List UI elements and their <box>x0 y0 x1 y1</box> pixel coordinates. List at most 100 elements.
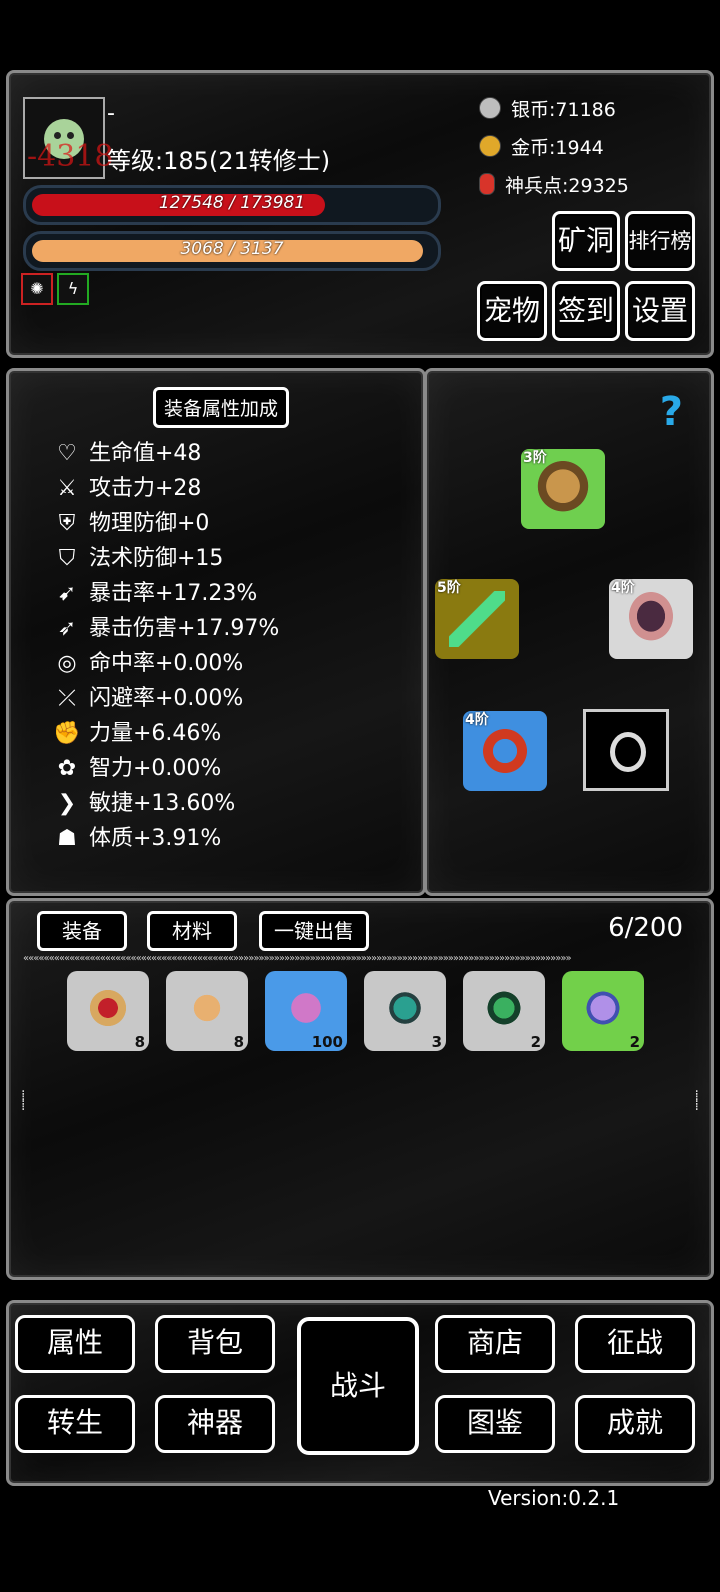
inventory-slot[interactable]: 8 <box>166 971 248 1051</box>
crit-arrows-icon: ➹ <box>57 581 77 606</box>
ranking-button[interactable]: 排行榜 <box>625 211 695 271</box>
attribute-label: 攻击力+28 <box>89 476 202 501</box>
pink-crystal-icon <box>283 985 329 1031</box>
muscle-icon: ✊ <box>53 721 81 746</box>
red-gem-icon <box>85 985 131 1031</box>
shield-icon: ⛨ <box>58 511 76 536</box>
amber-stone-icon <box>184 985 230 1031</box>
item-quantity: 2 <box>530 1033 541 1051</box>
attribute-row: ⛉ 法术防御+15 <box>51 540 224 572</box>
sell-all-button[interactable]: 一键出售 <box>259 911 369 951</box>
mp-bar: 3068 / 3137 <box>23 231 441 271</box>
dodge-icon: ⤫ <box>58 686 76 711</box>
ring-slot[interactable] <box>583 709 669 791</box>
nav-shop-button[interactable]: 商店 <box>435 1315 555 1373</box>
silver-currency: 银币:71186 <box>479 95 616 122</box>
necklace-tier: 4阶 <box>465 712 489 728</box>
crit-damage-icon: ➶ <box>57 616 77 641</box>
helmet-icon <box>535 461 591 517</box>
equipment-tab[interactable]: 装备 <box>37 911 127 951</box>
equipment-attributes-panel: 装备属性加成 ♡ 生命值+48 ⚔ 攻击力+28 ⛨ 物理防御+0 ⛉ 法术防御+15 ➹ 暴击率… <box>6 368 426 896</box>
attribute-row: ◎ 命中率+0.00% <box>51 645 243 677</box>
sword-weapon-icon <box>449 591 505 647</box>
teal-ore-icon <box>382 985 428 1031</box>
attribute-label: 法术防御+15 <box>89 546 224 571</box>
nav-attributes-button[interactable]: 属性 <box>15 1315 135 1373</box>
nav-artifact-button[interactable]: 神器 <box>155 1395 275 1453</box>
helmet-tier: 3阶 <box>523 450 547 466</box>
inventory-slot[interactable]: 2 <box>463 971 545 1051</box>
nav-achievements-button[interactable]: 成就 <box>575 1395 695 1453</box>
necklace-icon <box>477 723 533 779</box>
checkin-button[interactable]: 签到 <box>552 281 620 341</box>
attribute-row: ⛨ 物理防御+0 <box>51 505 210 537</box>
attribute-label: 体质+3.91% <box>89 826 222 851</box>
scroll-right-marker: ⁞ ⁞ <box>694 1088 699 1114</box>
nav-rebirth-button[interactable]: 转生 <box>15 1395 135 1453</box>
necklace-slot[interactable]: 4阶 <box>463 711 547 791</box>
damage-popup: -4318 <box>27 139 114 174</box>
inventory-panel: 装备 材料 一键出售 6/200 «««««««««««««««««««««««… <box>6 898 714 1280</box>
nav-backpack-button[interactable]: 背包 <box>155 1315 275 1373</box>
nav-battle-button[interactable]: 战斗 <box>297 1317 419 1455</box>
shield-armor-icon <box>623 591 679 647</box>
item-quantity: 2 <box>629 1033 640 1051</box>
chain-divider: ««««««««««««««««««««««««««««««««««««««««… <box>23 953 572 963</box>
item-quantity: 8 <box>233 1033 244 1051</box>
inventory-slot[interactable]: 3 <box>364 971 446 1051</box>
artifact-point-icon <box>479 173 495 195</box>
attribute-label: 命中率+0.00% <box>89 651 244 676</box>
shield-tier: 4阶 <box>611 580 635 596</box>
mine-button[interactable]: 矿洞 <box>552 211 620 271</box>
item-quantity: 100 <box>311 1033 343 1051</box>
target-icon: ◎ <box>57 651 77 676</box>
gold-amount: 金币:1944 <box>511 137 604 159</box>
helmet-slot[interactable]: 3阶 <box>521 449 605 529</box>
item-quantity: 8 <box>134 1033 145 1051</box>
attribute-row: ✊ 力量+6.46% <box>51 715 221 747</box>
attribute-row: ❯ 敏捷+13.60% <box>51 785 236 817</box>
nav-conquest-button[interactable]: 征战 <box>575 1315 695 1373</box>
inventory-slot[interactable]: 8 <box>67 971 149 1051</box>
attribute-label: 暴击率+17.23% <box>89 581 258 606</box>
hp-text: 127548 / 173981 <box>158 193 306 213</box>
spiked-green-orb-icon <box>481 985 527 1031</box>
heart-icon: ♡ <box>57 441 77 466</box>
materials-tab[interactable]: 材料 <box>147 911 237 951</box>
settings-button[interactable]: 设置 <box>625 281 695 341</box>
buff-burst-icon[interactable]: ✺ <box>21 273 53 305</box>
attribute-label: 力量+6.46% <box>89 721 222 746</box>
item-quantity: 3 <box>431 1033 442 1051</box>
bottom-navigation: 属性 背包 战斗 商店 征战 转生 神器 图鉴 成就 <box>6 1300 714 1486</box>
inventory-count: 6/200 <box>608 913 683 943</box>
inventory-slot[interactable]: 2 <box>562 971 644 1051</box>
magic-shield-icon: ⛉ <box>58 546 76 571</box>
attribute-label: 生命值+48 <box>89 441 202 466</box>
shield-slot[interactable]: 4阶 <box>609 579 693 659</box>
player-name: - <box>107 101 115 126</box>
sword-icon: ⚔ <box>57 476 77 501</box>
attribute-label: 物理防御+0 <box>89 511 210 536</box>
attribute-row: ☗ 体质+3.91% <box>51 820 221 852</box>
hp-bar: 127548 / 173981 <box>23 185 441 225</box>
brain-icon: ✿ <box>57 756 77 781</box>
attribute-label: 敏捷+13.60% <box>89 791 236 816</box>
nav-codex-button[interactable]: 图鉴 <box>435 1395 555 1453</box>
wing-icon: ❯ <box>57 791 77 816</box>
player-level: 等级:185(21转修士) <box>107 147 331 175</box>
ring-icon <box>610 732 646 772</box>
artifact-amount: 神兵点:29325 <box>505 175 629 197</box>
scroll-left-marker: ⁞ ⁞ <box>21 1088 26 1114</box>
inventory-slot[interactable]: 100 <box>265 971 347 1051</box>
help-icon[interactable]: ? <box>660 389 683 435</box>
attribute-row: ⚔ 攻击力+28 <box>51 470 201 502</box>
weapon-slot[interactable]: 5阶 <box>435 579 519 659</box>
attribute-row: ➶ 暴击伤害+17.97% <box>51 610 280 642</box>
pet-button[interactable]: 宠物 <box>477 281 547 341</box>
attributes-title: 装备属性加成 <box>153 387 290 428</box>
gold-currency: 金币:1944 <box>479 133 604 160</box>
silver-amount: 银币:71186 <box>511 99 616 121</box>
buff-lightning-icon[interactable]: ϟ <box>57 273 89 305</box>
silver-coin-icon <box>479 97 501 119</box>
attribute-row: ♡ 生命值+48 <box>51 435 201 467</box>
